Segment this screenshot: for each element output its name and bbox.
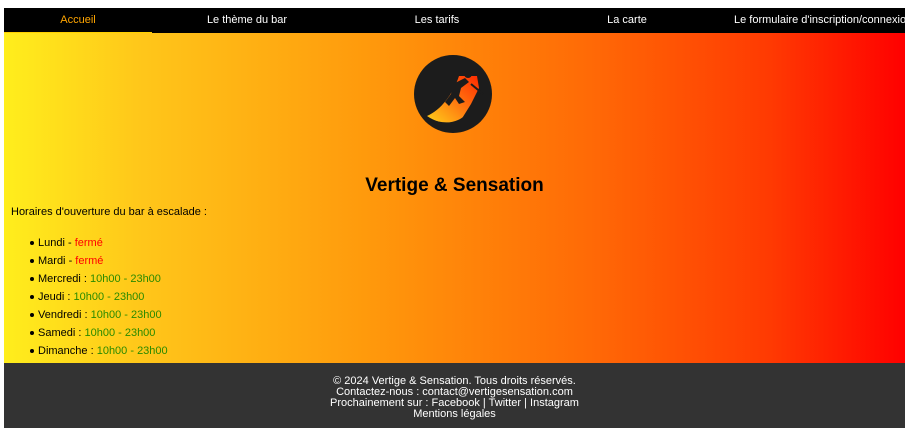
top-navigation: Accueil Le thème du bar Les tarifs La ca…: [4, 8, 905, 35]
nav-item-label: Les tarifs: [414, 14, 460, 26]
list-item: Mercredi : 10h00 - 23h00: [30, 270, 168, 288]
separator: -: [64, 237, 75, 249]
nav-item-theme[interactable]: Le thème du bar: [152, 8, 342, 33]
hours-value: 10h00 - 23h00: [90, 309, 162, 321]
footer-content: © 2024 Vertige & Sensation. Tous droits …: [4, 376, 905, 420]
opening-hours-intro: Horaires d'ouverture du bar à escalade :: [11, 206, 207, 218]
nav-item-carte[interactable]: La carte: [532, 8, 722, 33]
nav-item-tarifs[interactable]: Les tarifs: [342, 8, 532, 33]
day-label: Jeudi: [38, 291, 65, 303]
day-label: Samedi: [38, 327, 76, 339]
nav-item-label: Le thème du bar: [206, 14, 288, 26]
separator: :: [81, 309, 91, 321]
hero-section: Vertige & Sensation Horaires d'ouverture…: [4, 33, 905, 363]
day-label: Vendredi: [38, 309, 82, 321]
day-label: Mardi: [38, 255, 66, 267]
footer: © 2024 Vertige & Sensation. Tous droits …: [4, 363, 905, 428]
legal-link[interactable]: Mentions légales: [413, 408, 496, 420]
nav-item-accueil[interactable]: Accueil: [4, 8, 152, 35]
separator: :: [87, 345, 97, 357]
separator: |: [521, 397, 531, 409]
list-item: Mardi - fermé: [30, 252, 168, 270]
separator: -: [65, 255, 76, 267]
page-title: Vertige & Sensation: [365, 175, 544, 196]
day-label: Mercredi: [38, 273, 81, 285]
legal-line: Mentions légales: [4, 409, 905, 420]
hours-value: fermé: [75, 255, 104, 267]
nav-item-formulaire[interactable]: Le formulaire d'inscription/connexion: [734, 8, 905, 33]
hours-value: 10h00 - 23h00: [96, 345, 168, 357]
nav-item-label: Le formulaire d'inscription/connexion: [734, 14, 905, 26]
nav-item-label: Accueil: [60, 14, 96, 26]
page: Accueil Le thème du bar Les tarifs La ca…: [0, 0, 905, 428]
list-item: Jeudi : 10h00 - 23h00: [30, 288, 168, 306]
day-label: Lundi: [38, 237, 65, 249]
list-item: Dimanche : 10h00 - 23h00: [30, 342, 168, 360]
separator: :: [80, 273, 90, 285]
day-label: Dimanche: [38, 345, 88, 357]
list-item: Lundi - fermé: [30, 234, 168, 252]
hours-value: 10h00 - 23h00: [89, 273, 161, 285]
hours-value: 10h00 - 23h00: [73, 291, 145, 303]
list-item: Samedi : 10h00 - 23h00: [30, 324, 168, 342]
instagram-link[interactable]: Instagram: [530, 397, 579, 409]
climber-icon: [413, 54, 493, 134]
list-item: Vendredi : 10h00 - 23h00: [30, 306, 168, 324]
opening-hours-list: Lundi - fermé Mardi - fermé Mercredi : 1…: [30, 234, 168, 360]
nav-item-label: La carte: [607, 14, 647, 26]
hours-value: 10h00 - 23h00: [84, 327, 156, 339]
hours-value: fermé: [74, 237, 103, 249]
